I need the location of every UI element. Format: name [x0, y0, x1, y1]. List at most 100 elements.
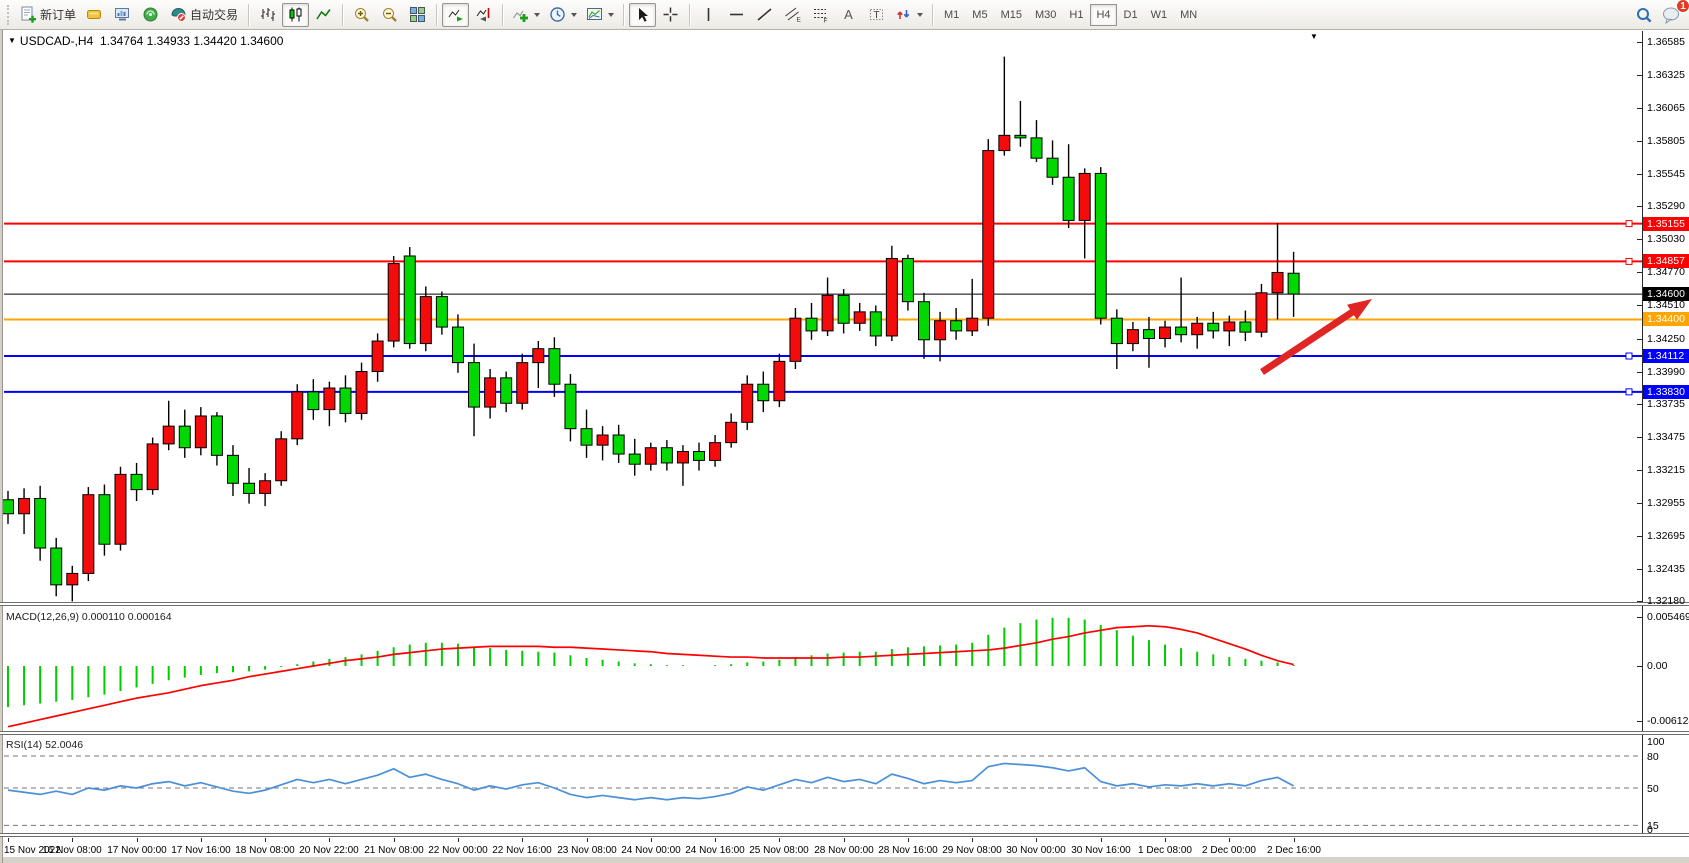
timeframe-M15[interactable]: M15: [995, 4, 1028, 26]
arrows-button[interactable]: [891, 3, 927, 27]
chart-bars-button[interactable]: [254, 3, 281, 27]
time-axis-label: 18 Nov 08:00: [232, 845, 298, 856]
periods-button[interactable]: [545, 3, 581, 27]
chart-plot-area[interactable]: [4, 31, 1642, 602]
price-line-badge: 1.34400: [1643, 312, 1689, 326]
timeframe-M5[interactable]: M5: [966, 4, 993, 26]
fibonacci-button[interactable]: F: [807, 3, 834, 27]
auto-scroll-icon: [447, 6, 464, 23]
chart-candles-button[interactable]: [282, 3, 309, 27]
autotrade-button[interactable]: 自动交易: [165, 3, 243, 27]
pane-separator-main-macd[interactable]: [0, 602, 1689, 606]
tile-windows-button[interactable]: [404, 3, 431, 27]
pane-separator-rsi-time[interactable]: [0, 833, 1689, 837]
trendline-button[interactable]: [751, 3, 778, 27]
chart-line-button[interactable]: [310, 3, 337, 27]
horizontal-line-button[interactable]: [723, 3, 750, 27]
chart-shift-button[interactable]: [470, 3, 497, 27]
timeframe-W1[interactable]: W1: [1145, 4, 1174, 26]
timeframe-group: M1M5M15M30H1H4D1W1MN: [938, 4, 1203, 26]
quotes-button[interactable]: [81, 3, 108, 27]
new-order-button[interactable]: 新订单: [16, 3, 80, 27]
macd-axis-label: -0.006124: [1647, 715, 1689, 727]
zoom-in-button[interactable]: [348, 3, 375, 27]
crosshair-button[interactable]: [657, 3, 684, 27]
vertical-line-button[interactable]: [695, 3, 722, 27]
price-tick-label: 1.32435: [1647, 563, 1689, 575]
time-tick-mark: [1036, 838, 1037, 842]
search-icon: [1635, 6, 1653, 24]
macd-indicator-label: MACD(12,26,9) 0.000110 0.000164: [6, 611, 172, 623]
price-tick-label: 1.36325: [1647, 69, 1689, 81]
autotrade-label: 自动交易: [190, 6, 238, 23]
templates-button[interactable]: [582, 3, 618, 27]
time-tick-mark: [201, 838, 202, 842]
chart-symbol-period: USDCAD-,H4: [20, 34, 93, 48]
time-axis-label: 28 Nov 00:00: [811, 845, 877, 856]
auto-scroll-button[interactable]: [442, 3, 469, 27]
chart-shift-icon: [475, 6, 492, 23]
timeframe-MN[interactable]: MN: [1174, 4, 1203, 26]
time-tick-mark: [1165, 838, 1166, 842]
chart-menu-arrow[interactable]: ▼: [1310, 32, 1318, 41]
indicators-button[interactable]: [508, 3, 544, 27]
navigator-button[interactable]: [137, 3, 164, 27]
svg-text:F: F: [824, 18, 828, 24]
timeframe-H4[interactable]: H4: [1090, 4, 1116, 26]
toolbar-separator: [689, 4, 690, 26]
time-tick-mark: [972, 838, 973, 842]
chevron-down-icon[interactable]: ▼: [8, 36, 16, 45]
add-indicator-icon: [512, 6, 529, 23]
bar-chart-icon: [259, 6, 276, 23]
crosshair-icon: [662, 6, 679, 23]
price-tick-label: 1.35805: [1647, 135, 1689, 147]
time-tick-mark: [265, 838, 266, 842]
timeframe-M1[interactable]: M1: [938, 4, 965, 26]
vertical-line-icon: [700, 6, 717, 23]
toolbar-separator: [502, 4, 503, 26]
time-tick-mark: [394, 838, 395, 842]
rsi-axis-label: 0: [1647, 824, 1689, 836]
timeframe-H1[interactable]: H1: [1063, 4, 1089, 26]
channel-button[interactable]: E: [779, 3, 806, 27]
time-axis-label: 2 Dec 00:00: [1196, 845, 1262, 856]
rsi-indicator-label: RSI(14) 52.0046: [6, 739, 83, 751]
templates-caret: [608, 13, 614, 17]
text-icon: A: [840, 6, 857, 23]
price-tick-label: 1.36065: [1647, 102, 1689, 114]
search-button[interactable]: [1630, 3, 1657, 27]
svg-text:A: A: [844, 7, 853, 22]
time-tick-mark: [651, 838, 652, 842]
time-tick-mark: [1101, 838, 1102, 842]
macd-axis-label: 0.005469: [1647, 611, 1689, 623]
clock-icon: [549, 6, 566, 23]
macd-tick-mark: [1637, 666, 1642, 667]
time-tick-mark: [8, 838, 9, 842]
time-axis-label: 16 Nov 08:00: [39, 845, 105, 856]
toolbar-grip[interactable]: [7, 5, 12, 25]
zoom-out-button[interactable]: [376, 3, 403, 27]
text-label-button[interactable]: T: [863, 3, 890, 27]
timeframe-D1[interactable]: D1: [1118, 4, 1144, 26]
equidistant-channel-icon: E: [784, 6, 801, 23]
price-tick-label: 1.35030: [1647, 233, 1689, 245]
timeframe-M30[interactable]: M30: [1029, 4, 1062, 26]
market-watch-button[interactable]: [109, 3, 136, 27]
navigator-icon: [142, 6, 159, 23]
text-button[interactable]: A: [835, 3, 862, 27]
price-tick-label: 1.34250: [1647, 333, 1689, 345]
price-tick-label: 1.35545: [1647, 168, 1689, 180]
time-tick-mark: [329, 838, 330, 842]
time-tick-mark: [908, 838, 909, 842]
toolbar-separator: [932, 4, 933, 26]
time-axis-label: 17 Nov 16:00: [168, 845, 234, 856]
rsi-axis-label: 80: [1647, 751, 1689, 763]
pane-separator-macd-rsi[interactable]: [0, 731, 1689, 735]
toolbar-separator: [623, 4, 624, 26]
time-axis-label: 24 Nov 00:00: [618, 845, 684, 856]
time-tick-mark: [1294, 838, 1295, 842]
time-axis-label: 1 Dec 08:00: [1132, 845, 1198, 856]
window-left-edge: [0, 30, 3, 863]
time-tick-mark: [844, 838, 845, 842]
cursor-button[interactable]: [629, 3, 656, 27]
